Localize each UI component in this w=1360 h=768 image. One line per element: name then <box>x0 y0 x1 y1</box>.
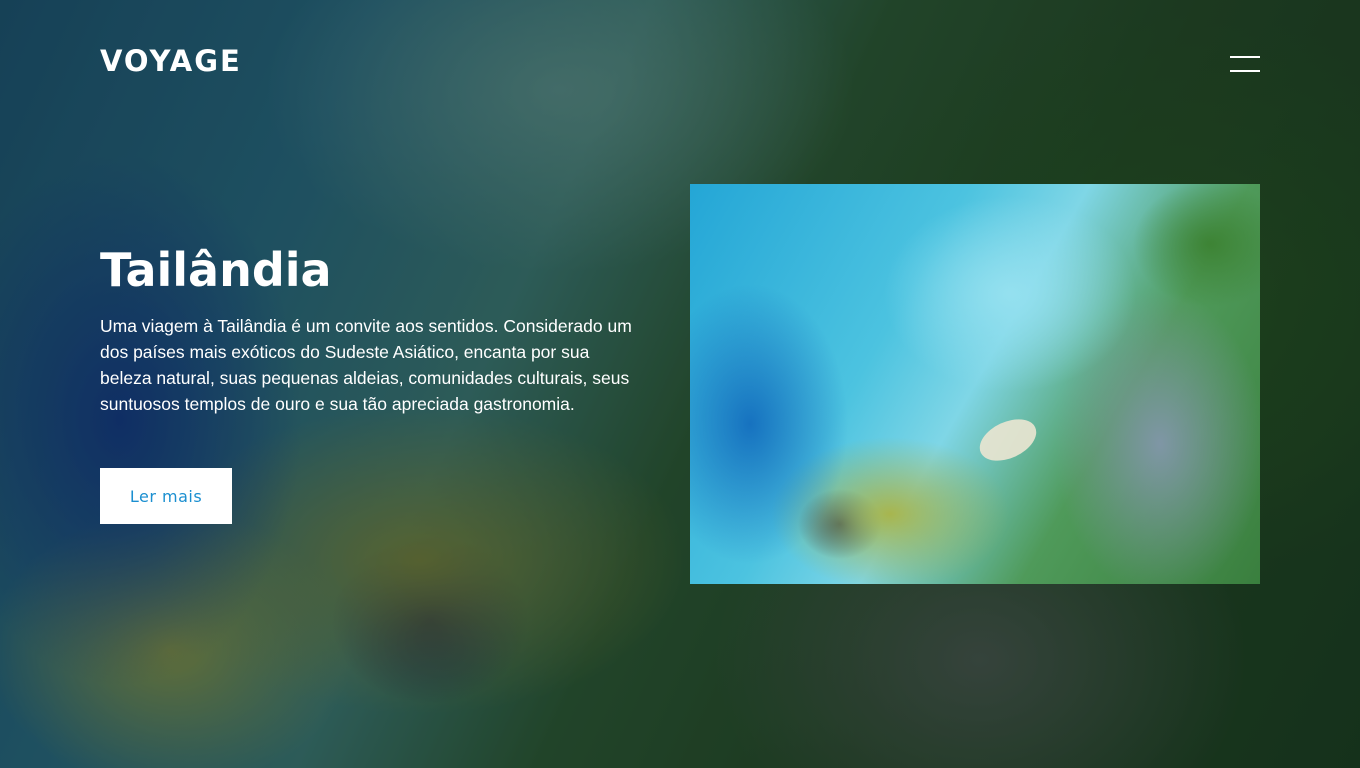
read-more-button[interactable]: Ler mais <box>100 468 232 524</box>
featured-destination-image <box>690 184 1260 584</box>
hero-description: Uma viagem à Tailândia é um convite aos … <box>100 316 632 414</box>
site-logo[interactable]: VOYAGE <box>100 44 242 78</box>
menu-bar-top <box>1230 56 1260 58</box>
menu-bar-bottom <box>1230 70 1260 72</box>
page: VOYAGE Tailândia Uma viagem à Tailândia … <box>0 0 1360 768</box>
hamburger-menu-icon[interactable] <box>1228 52 1262 76</box>
beach-sand-area <box>973 411 1043 469</box>
hero-title: Tailândia <box>100 243 332 297</box>
